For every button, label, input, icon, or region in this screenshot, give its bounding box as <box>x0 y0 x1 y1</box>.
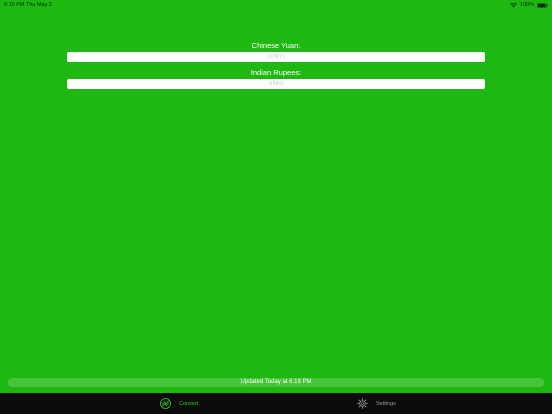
status-date: Thu May 2 <box>26 2 52 8</box>
convert-icon <box>160 398 171 409</box>
update-status-bar: Updated Today at 6:19 PM <box>8 378 544 387</box>
status-bar: 6:19 PM Thu May 2 100% <box>0 0 552 10</box>
tab-settings-label: Settings <box>376 400 396 407</box>
from-currency-input[interactable] <box>67 52 485 62</box>
battery-percent: 100% <box>519 2 534 8</box>
tab-convert-label: Convert <box>179 400 199 407</box>
tab-settings[interactable]: Settings <box>357 397 396 410</box>
from-currency-label: Chinese Yuan: <box>251 41 301 50</box>
status-right-group: 100% <box>509 2 548 8</box>
gear-icon <box>357 398 368 409</box>
tab-bar: Convert Settings <box>0 393 552 414</box>
wifi-icon <box>509 2 517 7</box>
to-currency-input[interactable] <box>67 79 485 89</box>
status-time: 6:19 PM <box>4 2 25 8</box>
to-currency-label: Indian Rupees: <box>250 68 302 77</box>
tab-convert[interactable]: Convert <box>160 397 198 410</box>
battery-icon <box>537 2 548 8</box>
